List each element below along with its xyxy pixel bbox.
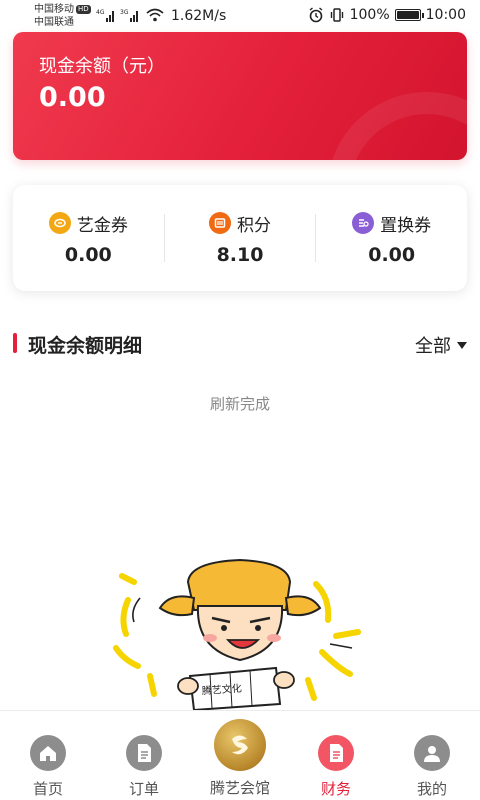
battery-icon bbox=[394, 9, 424, 21]
stat-coupon[interactable]: 艺金券 0.00 bbox=[13, 211, 164, 266]
wifi-icon bbox=[146, 8, 164, 22]
tab-home[interactable]: 首页 bbox=[0, 711, 96, 800]
tab-club[interactable]: 腾艺会馆 bbox=[192, 711, 288, 800]
empty-state-illustration: 腾艺文化 bbox=[113, 558, 361, 710]
stat-exchange-coupon-label: 置换券 bbox=[380, 215, 432, 236]
caret-down-icon bbox=[457, 341, 467, 349]
clock: 10:00 bbox=[425, 7, 466, 23]
tab-order[interactable]: 订单 bbox=[96, 711, 192, 800]
tab-club-label: 腾艺会馆 bbox=[209, 779, 270, 797]
tab-profile[interactable]: 我的 bbox=[384, 711, 480, 800]
cash-balance-card[interactable]: 现金余额（元） 0.00 bbox=[13, 32, 467, 160]
net-speed: 1.62M/s bbox=[171, 8, 227, 24]
filter-dropdown[interactable]: 全部 bbox=[415, 332, 467, 358]
tab-order-label: 订单 bbox=[128, 780, 159, 798]
bottom-tab-bar: 首页 订单 腾艺会馆 财务 我的 bbox=[0, 710, 480, 800]
carrier-info: 中国移动 HD 中国联通 bbox=[34, 3, 91, 29]
stat-coupon-label: 艺金券 bbox=[76, 215, 128, 236]
tab-finance[interactable]: 财务 bbox=[288, 711, 384, 800]
stat-points[interactable]: 积分 8.10 bbox=[165, 211, 316, 266]
finance-icon bbox=[318, 735, 354, 771]
signal-3g-icon: 3G bbox=[120, 9, 138, 22]
tab-profile-label: 我的 bbox=[416, 780, 447, 798]
tab-finance-label: 财务 bbox=[320, 780, 351, 798]
battery-percent: 100% bbox=[349, 7, 390, 23]
home-icon bbox=[30, 735, 66, 771]
signal-4g-icon: 4G bbox=[96, 9, 114, 22]
exchange-coupon-icon bbox=[352, 212, 375, 234]
stat-points-value: 8.10 bbox=[216, 243, 264, 266]
vibrate-icon bbox=[330, 8, 343, 22]
alarm-icon bbox=[309, 7, 323, 23]
stat-points-label: 积分 bbox=[237, 215, 271, 236]
stat-exchange-coupon[interactable]: 置换券 0.00 bbox=[316, 211, 467, 266]
stat-exchange-coupon-value: 0.00 bbox=[368, 243, 416, 266]
filter-label: 全部 bbox=[415, 336, 451, 357]
cash-balance-label: 现金余额（元） bbox=[39, 56, 165, 77]
refresh-status: 刷新完成 bbox=[209, 395, 270, 413]
section-accent-bar bbox=[13, 333, 17, 353]
stat-coupon-value: 0.00 bbox=[64, 243, 112, 266]
points-icon bbox=[209, 212, 231, 234]
carrier-primary: 中国移动 bbox=[34, 4, 74, 15]
tab-home-label: 首页 bbox=[32, 780, 63, 798]
card-decoration bbox=[327, 92, 467, 160]
cash-balance-value: 0.00 bbox=[39, 82, 106, 113]
club-logo-icon bbox=[214, 719, 266, 771]
order-icon bbox=[126, 735, 162, 771]
asset-stats-card: 艺金券 0.00 积分 8.10 置换券 0.00 bbox=[13, 185, 467, 291]
battery-fill bbox=[396, 11, 419, 19]
status-right: 100% 10:00 bbox=[308, 7, 466, 23]
svg-text:4G: 4G bbox=[96, 9, 105, 16]
profile-icon bbox=[414, 735, 450, 771]
status-bar: 中国移动 HD 中国联通 4G 3G 1.62M/s 100% 10:00 bbox=[0, 0, 480, 32]
svg-text:3G: 3G bbox=[120, 9, 129, 16]
hd-badge: HD bbox=[76, 4, 91, 14]
section-title: 现金余额明细 bbox=[28, 335, 143, 357]
coupon-icon bbox=[48, 212, 71, 234]
carrier-secondary: 中国联通 bbox=[34, 17, 74, 28]
